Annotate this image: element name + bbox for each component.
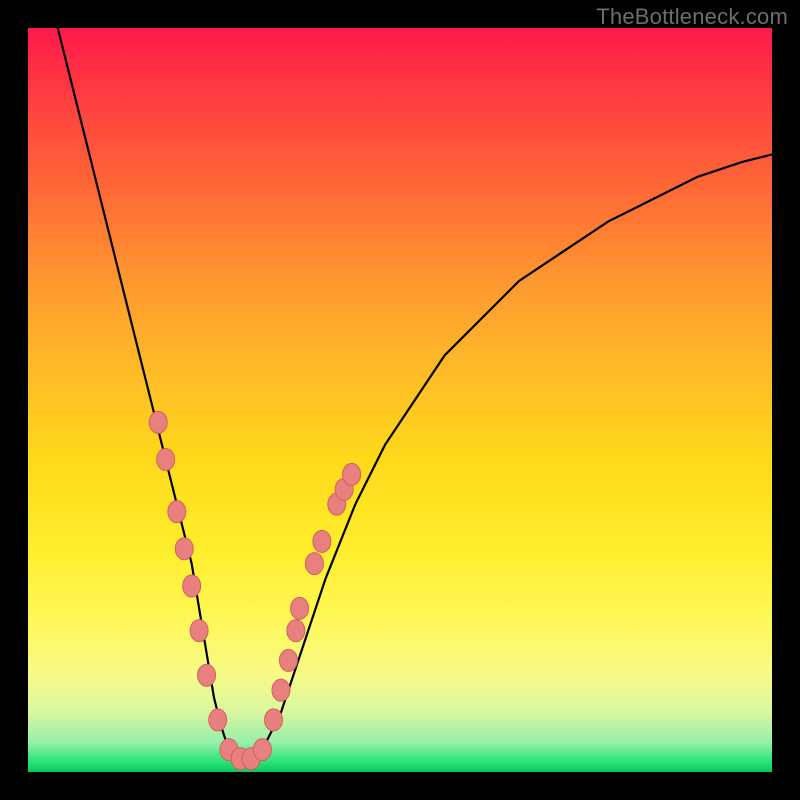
curve-marker bbox=[253, 739, 271, 761]
curve-marker bbox=[183, 575, 201, 597]
watermark-text: TheBottleneck.com bbox=[596, 4, 788, 30]
curve-marker bbox=[313, 530, 331, 552]
curve-marker bbox=[168, 501, 186, 523]
curve-marker bbox=[343, 463, 361, 485]
curve-marker bbox=[175, 538, 193, 560]
marker-group bbox=[149, 411, 360, 769]
curve-marker bbox=[209, 709, 227, 731]
curve-marker bbox=[265, 709, 283, 731]
curve-marker bbox=[272, 679, 290, 701]
curve-marker bbox=[279, 649, 297, 671]
curve-marker bbox=[198, 664, 216, 686]
curve-marker bbox=[291, 597, 309, 619]
curve-marker bbox=[287, 620, 305, 642]
curve-marker bbox=[190, 620, 208, 642]
curve-marker bbox=[305, 553, 323, 575]
bottleneck-chart bbox=[28, 28, 772, 772]
chart-frame bbox=[28, 28, 772, 772]
curve-marker bbox=[157, 449, 175, 471]
bottleneck-curve bbox=[58, 28, 772, 761]
curve-marker bbox=[149, 411, 167, 433]
